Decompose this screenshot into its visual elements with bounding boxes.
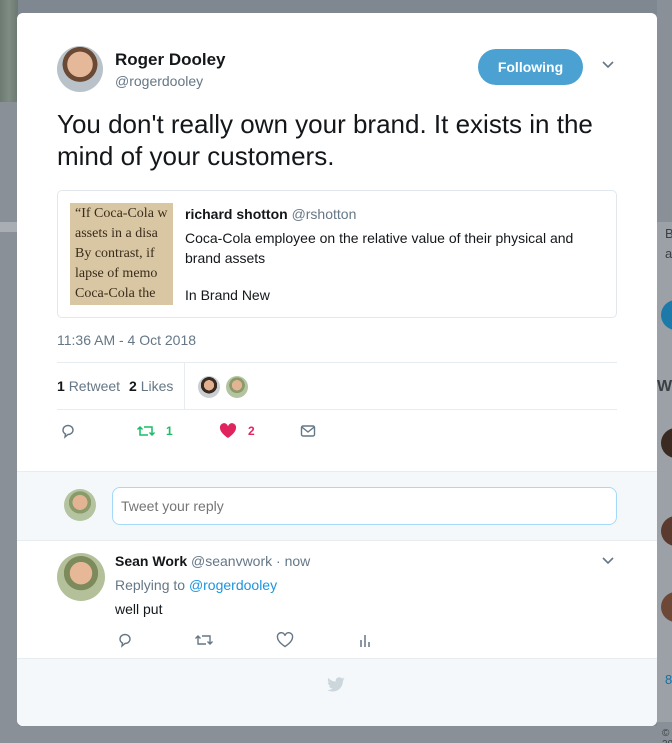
retweet-stat[interactable]: 1 Retweet [57,378,120,394]
heart-icon [219,423,237,438]
likes-stat[interactable]: 2 Likes [129,378,173,394]
background-text: Wh [657,378,672,395]
reply-action[interactable] [117,632,133,648]
reply-actions [115,632,415,652]
reply-tweet[interactable]: Sean Work @seanvwork · now Replying to @… [17,541,657,659]
modal-footer [17,659,657,726]
image-text-line: lapse of memo [75,266,158,281]
reply-author-handle[interactable]: @seanvwork [191,553,272,569]
quoted-author-handle: @rshotton [291,206,357,222]
background-image [0,0,18,102]
tweet-header: Roger Dooley @rogerdooley Following [57,46,617,96]
chevron-down-icon[interactable] [601,556,615,566]
quoted-tweet-more: In Brand New [185,287,270,303]
author-avatar[interactable] [57,46,103,92]
message-action[interactable] [300,423,316,439]
retweet-action[interactable] [194,632,214,648]
reply-text: well put [115,601,163,617]
quoted-tweet-text: Coca-Cola employee on the relative value… [185,230,574,266]
replying-prefix: Replying to [115,577,186,593]
background-bottom [18,726,658,743]
chevron-down-icon[interactable] [601,60,615,70]
quoted-tweet-image[interactable]: “If Coca-Cola w assets in a disa By cont… [70,203,173,305]
reply-input[interactable] [112,487,617,525]
image-text-line: “If Coca-Cola w [75,206,168,221]
background-text: 8 [665,672,672,687]
quoted-tweet[interactable]: “If Coca-Cola w assets in a disa By cont… [57,190,617,318]
tweet-modal: Roger Dooley @rogerdooley Following You … [17,13,657,726]
retweet-count: 1 [57,378,65,394]
background-divider [0,222,18,232]
quoted-author-name: richard shotton [185,206,288,222]
retweet-action-count: 1 [166,424,173,438]
image-text-line: assets in a disa [75,226,158,241]
like-action-count: 2 [248,424,255,438]
background-right: B a Wh 8 © 20 [657,0,672,743]
following-button[interactable]: Following [478,49,583,85]
replying-to: Replying to @rogerdooley [115,577,277,593]
background-panel [657,222,672,722]
quoted-author: richard shotton @rshotton [185,206,356,222]
like-action[interactable]: 2 [219,423,255,439]
reply-time[interactable]: · now [276,553,310,569]
tweet-text: You don't really own your brand. It exis… [57,109,593,171]
retweet-action[interactable]: 1 [136,423,173,439]
like-action[interactable] [276,632,294,648]
twitter-bird-icon [327,677,345,692]
heart-icon [276,632,294,648]
reply-header: Sean Work @seanvwork · now [115,553,310,569]
image-text-line: Coca-Cola the [75,286,156,301]
reply-icon [119,633,131,648]
user-avatar [64,489,96,521]
analytics-icon [360,635,370,647]
reply-action[interactable] [60,423,76,439]
background-text: © 20 [662,728,672,743]
author-name[interactable]: Roger Dooley [115,50,226,70]
replying-to-link[interactable]: @rogerdooley [189,577,277,593]
like-count: 2 [129,378,137,394]
background-left [0,0,18,743]
author-handle[interactable]: @rogerdooley [115,73,203,89]
tweet-timestamp[interactable]: 11:36 AM - 4 Oct 2018 [57,332,196,348]
retweet-icon [136,425,156,437]
tweet-actions: 1 2 [57,423,617,445]
background-text: a [665,246,672,261]
retweet-label: Retweet [68,378,121,394]
liker-avatar[interactable] [198,376,220,398]
liker-avatar[interactable] [226,376,248,398]
retweet-icon [195,635,213,645]
reply-author-name[interactable]: Sean Work [115,553,187,569]
likes-label: Likes [140,378,174,394]
reply-icon [62,424,74,439]
image-text-line: By contrast, if [75,246,155,261]
tweet-stats: 1 Retweet 2 Likes [57,362,617,410]
background-text: B [665,226,672,241]
reply-compose [17,471,657,541]
analytics-action[interactable] [358,632,372,648]
reply-author-avatar[interactable] [57,553,105,601]
stats-divider [184,363,185,410]
envelope-icon [300,425,316,437]
